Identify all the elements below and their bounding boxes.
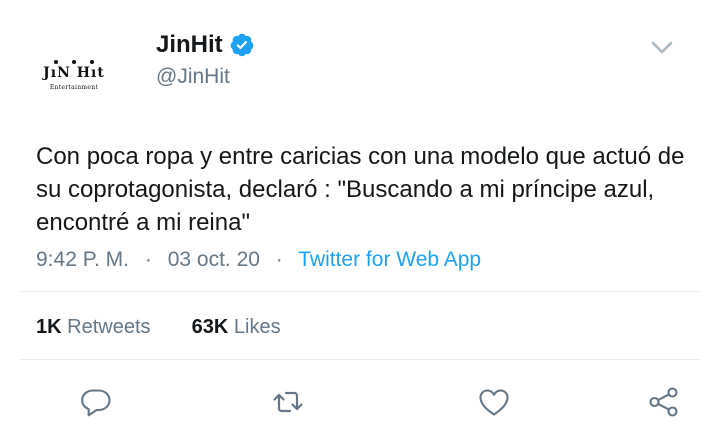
name-row: JinHit — [156, 30, 255, 60]
reply-button[interactable] — [78, 384, 114, 420]
like-button[interactable] — [476, 384, 512, 420]
avatar-logo-dots — [54, 60, 94, 64]
tweet-date: 03 oct. 20 — [167, 248, 260, 271]
divider — [20, 291, 700, 292]
retweets-label: Retweets — [67, 316, 151, 338]
avatar-logo-text: JıN Hıt — [43, 65, 105, 81]
likes-label: Likes — [233, 316, 281, 338]
verified-badge-icon — [230, 33, 254, 57]
reply-icon — [81, 389, 111, 417]
retweets-stat[interactable]: 1K Retweets — [36, 316, 156, 338]
retweet-icon — [273, 391, 303, 413]
likes-count: 63K — [191, 316, 229, 338]
avatar[interactable]: JıN Hıt Entertainment — [20, 22, 128, 130]
handle[interactable]: @JinHit — [156, 64, 230, 90]
chevron-down-icon[interactable] — [648, 38, 676, 58]
share-button[interactable] — [646, 384, 682, 420]
retweets-count: 1K — [36, 316, 62, 338]
divider — [20, 359, 700, 360]
tweet-source-link[interactable]: Twitter for Web App — [298, 248, 481, 271]
meta-separator: · — [275, 248, 283, 271]
share-icon — [649, 387, 678, 417]
retweet-button[interactable] — [270, 384, 306, 420]
likes-stat[interactable]: 63K Likes — [192, 316, 281, 338]
tweet-text: Con poca ropa y entre caricias con una m… — [36, 143, 685, 236]
tweet-time: 9:42 P. M. — [36, 248, 130, 271]
like-icon — [479, 389, 509, 416]
tweet-stats: 1K Retweets 63K Likes — [36, 314, 281, 340]
display-name[interactable]: JinHit — [156, 30, 223, 60]
meta-separator: · — [144, 248, 152, 271]
tweet-meta: 9:42 P. M. · 03 oct. 20 · Twitter for We… — [36, 246, 481, 274]
avatar-logo-subtitle: Entertainment — [49, 84, 99, 91]
